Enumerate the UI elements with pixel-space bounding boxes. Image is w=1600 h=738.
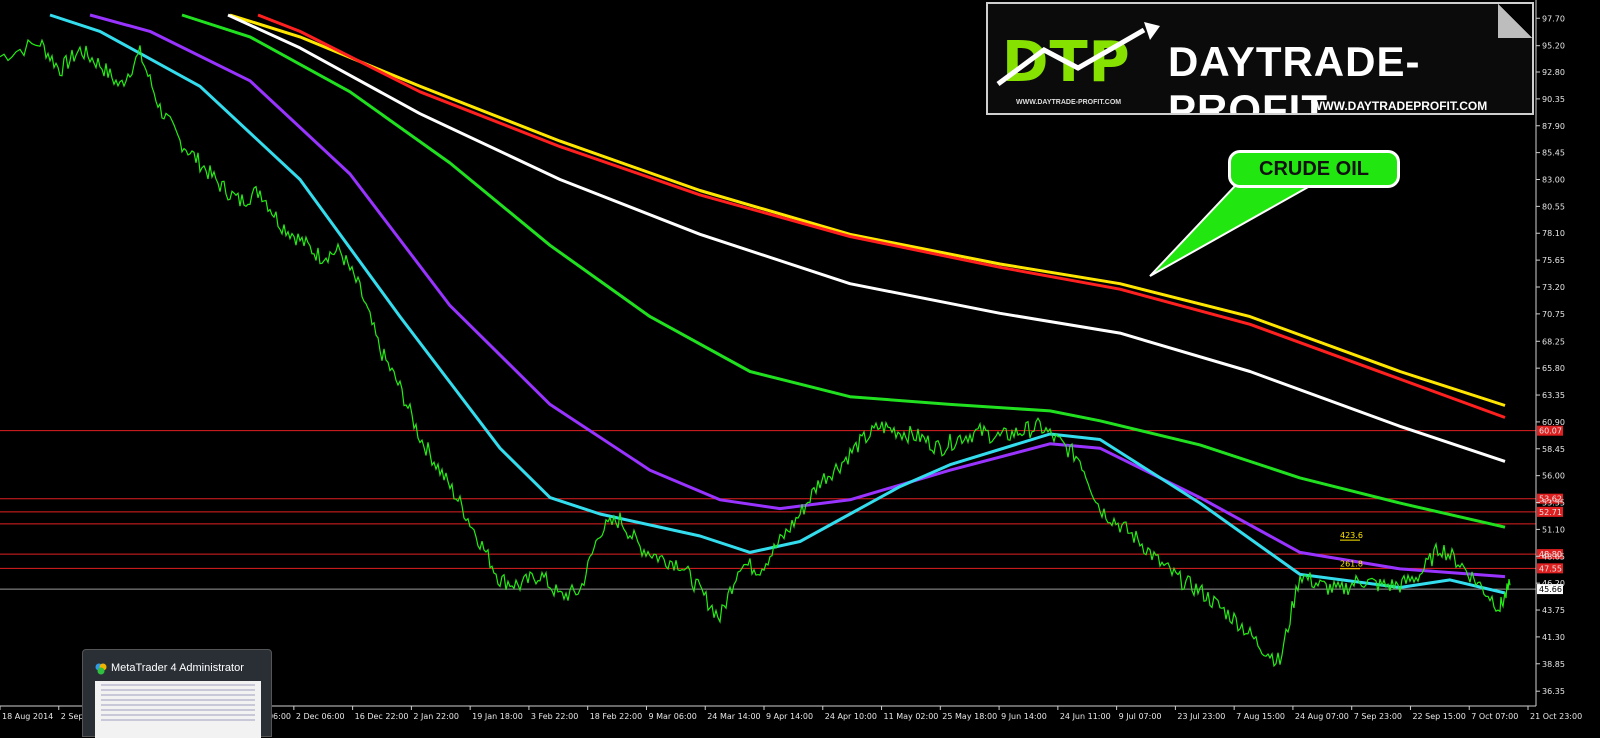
crude-oil-callout: CRUDE OIL — [1228, 150, 1400, 188]
taskbar-title: MetaTrader 4 Administrator — [111, 662, 244, 674]
y-tick-label: 70.75 — [1542, 310, 1565, 319]
y-axis: 97.70 95.20 92.80 90.35 87.90 85.45 83.00 80.55… — [1535, 0, 1565, 706]
x-tick-label: 9 Apr 14:00 — [766, 712, 813, 721]
y-tick-label: 48.65 — [1542, 552, 1565, 561]
x-tick-label: 18 Feb 22:00 — [590, 712, 642, 721]
y-tick-label: 63.35 — [1542, 391, 1565, 400]
y-tick-label: 78.10 — [1542, 229, 1565, 238]
x-tick-label: 7 Oct 07:00 — [1471, 712, 1518, 721]
y-tick-label: 36.35 — [1542, 687, 1565, 696]
x-tick-label: 25 May 18:00 — [942, 712, 997, 721]
y-tick-label: 83.00 — [1542, 176, 1565, 185]
x-tick-label: 24 Aug 07:00 — [1295, 712, 1349, 721]
x-tick-label: 11 May 02:00 — [884, 712, 939, 721]
y-tick-label: 60.90 — [1542, 418, 1565, 427]
trend-arrow-icon — [996, 22, 1160, 87]
level-label: 47.55 — [1539, 564, 1562, 573]
y-tick-label: 58.45 — [1542, 445, 1565, 454]
y-tick-label: 51.10 — [1542, 525, 1565, 534]
y-tick-label: 38.85 — [1542, 660, 1565, 669]
x-tick-label: 24 Jun 11:00 — [1060, 712, 1111, 721]
logo-url-large: WWW.DAYTRADEPROFIT.COM — [1311, 99, 1488, 113]
x-tick-label: 19 Jan 18:00 — [472, 712, 523, 721]
window-thumbnail[interactable] — [95, 681, 261, 738]
y-tick-label: 43.75 — [1542, 606, 1565, 615]
x-tick-label: 24 Apr 10:00 — [825, 712, 877, 721]
metatrader-icon — [95, 663, 107, 675]
y-tick-label: 85.45 — [1542, 149, 1565, 158]
x-tick-label: 21 Oct 23:00 — [1530, 712, 1582, 721]
y-tick-label: 73.20 — [1542, 283, 1565, 292]
level-label: 52.71 — [1539, 508, 1562, 517]
y-tick-label: 68.25 — [1542, 337, 1565, 346]
y-tick-label: 65.80 — [1542, 364, 1565, 373]
page-curl — [1498, 4, 1532, 38]
y-tick-label: 97.70 — [1542, 14, 1565, 23]
logo-url-small: WWW.DAYTRADE-PROFIT.COM — [1016, 99, 1122, 106]
fib-label: 261.8 — [1340, 560, 1363, 569]
x-tick-label: 2 Jan 22:00 — [413, 712, 459, 721]
x-tick-label: 3 Feb 22:00 — [531, 712, 578, 721]
y-tick-label: 75.65 — [1542, 256, 1565, 265]
y-tick-label: 53.55 — [1542, 499, 1565, 508]
y-tick-label: 87.90 — [1542, 122, 1565, 131]
y-tick-label: 46.20 — [1542, 579, 1565, 588]
fib-label: 423.6 — [1340, 531, 1363, 540]
x-tick-label: 9 Jul 07:00 — [1119, 712, 1162, 721]
x-tick-label: 7 Aug 15:00 — [1236, 712, 1285, 721]
logo-banner: DTP DAYTRADE-PROFIT WWW.DAYTRADE-PROFIT.… — [986, 2, 1534, 115]
callout-pointer — [1149, 185, 1310, 277]
y-tick-label: 95.20 — [1542, 42, 1565, 51]
x-tick-label: 23 Jul 23:00 — [1177, 712, 1225, 721]
level-label: 60.07 — [1539, 427, 1562, 436]
x-tick-label: 2 Dec 06:00 — [296, 712, 345, 721]
x-tick-label: 7 Sep 23:00 — [1354, 712, 1402, 721]
x-tick-label: 18 Aug 2014 — [2, 712, 53, 721]
y-tick-label: 90.35 — [1542, 95, 1565, 104]
x-tick-label: 16 Dec 22:00 — [355, 712, 409, 721]
x-tick-label: 9 Mar 06:00 — [648, 712, 696, 721]
x-tick-label: 24 Mar 14:00 — [707, 712, 760, 721]
y-tick-label: 41.30 — [1542, 633, 1565, 642]
taskbar-preview[interactable]: MetaTrader 4 Administrator — [82, 649, 272, 738]
x-tick-label: 9 Jun 14:00 — [1001, 712, 1047, 721]
y-tick-label: 80.55 — [1542, 202, 1565, 211]
y-tick-label: 56.00 — [1542, 472, 1565, 481]
x-tick-label: 22 Sep 15:00 — [1412, 712, 1465, 721]
y-tick-label: 92.80 — [1542, 68, 1565, 77]
price-line — [0, 38, 1511, 668]
